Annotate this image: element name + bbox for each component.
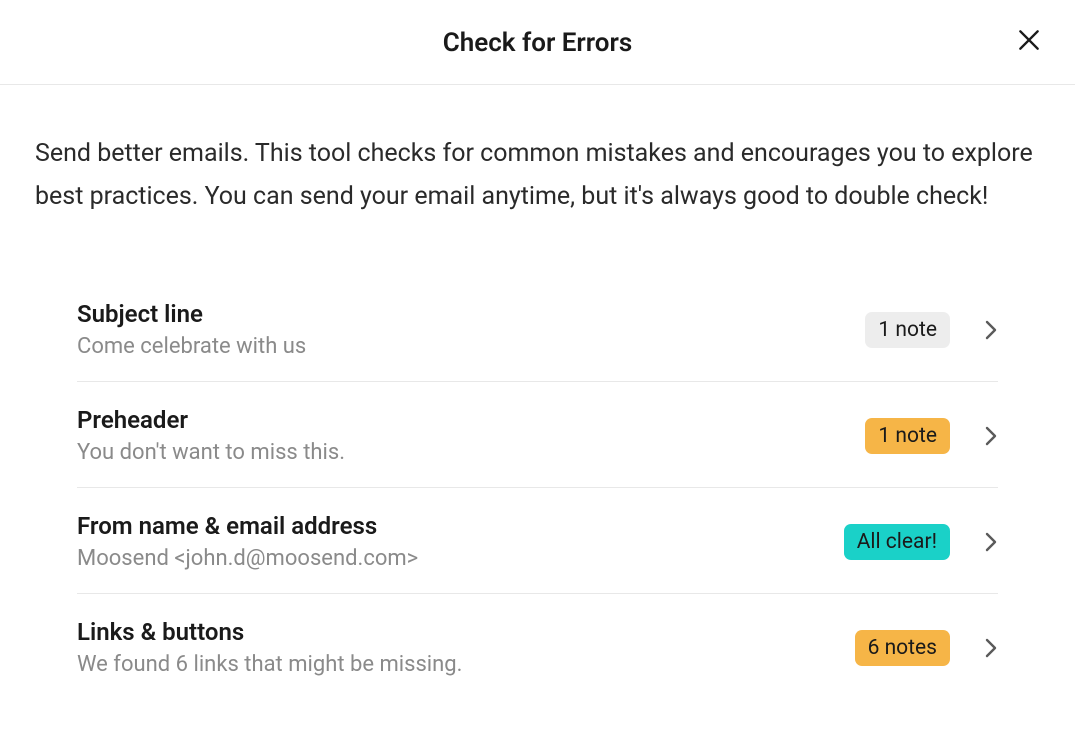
item-title: Preheader	[77, 406, 865, 434]
item-meta: 6 notes	[855, 630, 998, 666]
intro-text: Send better emails. This tool checks for…	[35, 133, 1040, 218]
status-badge: All clear!	[844, 524, 950, 560]
close-icon	[1016, 27, 1042, 53]
chevron-right-icon	[984, 425, 998, 447]
close-button[interactable]	[1013, 24, 1045, 56]
item-subtitle: Come celebrate with us	[77, 334, 865, 359]
checklist: Subject line Come celebrate with us 1 no…	[35, 276, 1040, 699]
check-item-preheader[interactable]: Preheader You don't want to miss this. 1…	[77, 382, 998, 488]
item-info: Subject line Come celebrate with us	[77, 300, 865, 359]
check-item-from-name-email[interactable]: From name & email address Moosend <john.…	[77, 488, 998, 594]
item-info: Links & buttons We found 6 links that mi…	[77, 618, 855, 677]
check-item-links-buttons[interactable]: Links & buttons We found 6 links that mi…	[77, 594, 998, 699]
item-title: From name & email address	[77, 512, 844, 540]
chevron-right-icon	[984, 637, 998, 659]
header: Check for Errors	[0, 0, 1075, 85]
item-info: Preheader You don't want to miss this.	[77, 406, 865, 465]
check-item-subject-line[interactable]: Subject line Come celebrate with us 1 no…	[77, 276, 998, 382]
chevron-right-icon	[984, 319, 998, 341]
item-title: Subject line	[77, 300, 865, 328]
content: Send better emails. This tool checks for…	[0, 85, 1075, 699]
item-meta: All clear!	[844, 524, 998, 560]
item-title: Links & buttons	[77, 618, 855, 646]
item-info: From name & email address Moosend <john.…	[77, 512, 844, 571]
status-badge: 1 note	[865, 418, 950, 454]
status-badge: 1 note	[865, 312, 950, 348]
status-badge: 6 notes	[855, 630, 950, 666]
chevron-right-icon	[984, 531, 998, 553]
item-subtitle: We found 6 links that might be missing.	[77, 652, 855, 677]
item-subtitle: You don't want to miss this.	[77, 440, 865, 465]
page-title: Check for Errors	[0, 28, 1075, 58]
item-meta: 1 note	[865, 312, 998, 348]
item-subtitle: Moosend <john.d@moosend.com>	[77, 546, 844, 571]
item-meta: 1 note	[865, 418, 998, 454]
